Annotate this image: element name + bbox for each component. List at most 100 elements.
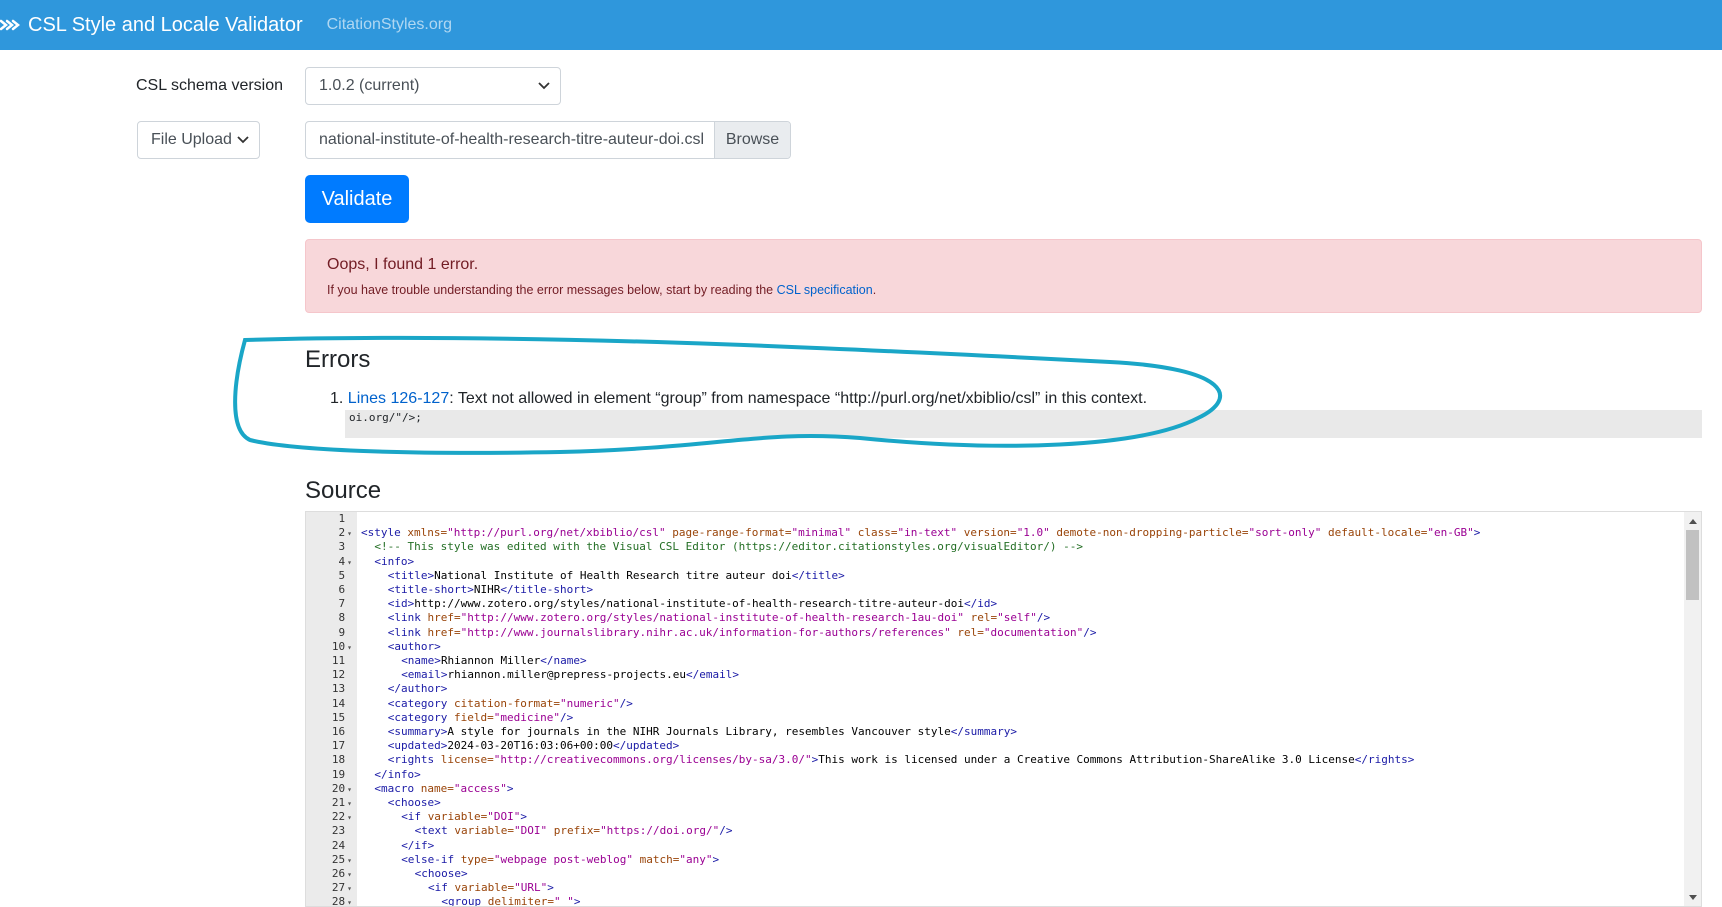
- code-token: default-locale=: [1321, 526, 1428, 540]
- source-code-editor[interactable]: 1 2 ▾ 3 4 ▾ 5 6 7 8 9 10 ▾ 11 12 13 14 15 16 1…: [305, 511, 1702, 907]
- line-number: 2 ▾: [306, 526, 352, 540]
- code-token: />: [560, 710, 574, 724]
- code-token: <!-- This style was edited with the Visu…: [374, 540, 1084, 554]
- line-number-text: 15: [331, 710, 346, 724]
- code-token: >: [573, 895, 581, 906]
- code-line: <else-if type="webpage post-weblog" matc…: [401, 853, 719, 867]
- editor-scrollbar[interactable]: [1684, 512, 1701, 906]
- code-token: 2024-03-20T16:03:06+00:00: [447, 739, 613, 753]
- code-token: </rights>: [1354, 753, 1415, 767]
- code-token: <macro: [374, 781, 421, 795]
- code-token: "http://purl.org/net/xbiblio/csl": [447, 526, 666, 540]
- code-token: />: [1083, 625, 1097, 639]
- alert-text: If you have trouble understanding the er…: [327, 283, 777, 297]
- fold-toggle-icon[interactable]: ▾: [347, 799, 352, 808]
- scroll-up-icon[interactable]: [1684, 512, 1701, 529]
- line-number-text: 26: [331, 867, 346, 880]
- code-line: <if variable="URL">: [428, 881, 554, 895]
- code-line: </author>: [388, 682, 448, 696]
- fold-toggle-icon[interactable]: ▾: [347, 785, 352, 794]
- code-token: citation-format=: [454, 696, 560, 710]
- line-number-text: 19: [331, 767, 346, 781]
- line-number: 22 ▾: [306, 810, 352, 824]
- code-token: variable=: [454, 824, 514, 838]
- fold-toggle-icon[interactable]: ▾: [347, 643, 352, 652]
- fold-toggle-icon[interactable]: ▾: [347, 558, 352, 567]
- code-line: <name>Rhiannon Miller</name>: [401, 654, 586, 668]
- code-token: >: [1473, 526, 1481, 540]
- code-token: </if>: [401, 838, 435, 852]
- fold-toggle-icon[interactable]: ▾: [347, 898, 352, 906]
- line-number: 8: [306, 611, 352, 625]
- line-number-text: 8: [338, 611, 346, 625]
- code-token: A style for journals in the NIHR Journal…: [447, 725, 951, 738]
- fold-toggle-icon[interactable]: ▾: [347, 813, 352, 822]
- line-number-text: 23: [331, 824, 346, 838]
- code-token: </id>: [963, 597, 998, 611]
- line-number-text: 21: [331, 796, 346, 809]
- line-number: 24: [306, 839, 352, 853]
- line-number: 20 ▾: [306, 782, 352, 796]
- top-navbar: CSL Style and Locale Validator CitationS…: [0, 0, 1722, 50]
- line-number: 12: [306, 668, 352, 682]
- code-line: <id>http://www.zotero.org/styles/nationa…: [388, 597, 997, 611]
- fold-toggle-icon[interactable]: ▾: [347, 529, 352, 538]
- code-token: Rhiannon Miller: [440, 654, 541, 667]
- fold-toggle-icon[interactable]: ▾: [347, 870, 352, 879]
- csl-logo-icon[interactable]: [0, 15, 20, 35]
- fold-toggle-icon[interactable]: ▾: [347, 856, 352, 865]
- citationstyles-link[interactable]: CitationStyles.org: [327, 16, 452, 34]
- scroll-thumb[interactable]: [1686, 530, 1699, 600]
- schema-version-select[interactable]: 1.0.2 (current): [305, 67, 561, 105]
- code-token: <info>: [374, 554, 415, 568]
- code-token: <link: [387, 611, 428, 625]
- browse-button[interactable]: Browse: [714, 122, 790, 158]
- code-token: />: [719, 824, 733, 838]
- error-item: 1. Lines 126-127: Text not allowed in el…: [330, 390, 1147, 408]
- line-number-text: 11: [331, 654, 346, 667]
- code-token: </author>: [387, 682, 448, 696]
- code-token: <name>: [401, 654, 441, 667]
- code-token: license=: [440, 753, 494, 767]
- source-heading: Source: [305, 477, 382, 504]
- code-line: <link href="http://www.zotero.org/styles…: [388, 611, 1050, 625]
- code-token: "webpage post-weblog": [493, 852, 633, 866]
- csl-specification-link[interactable]: CSL specification: [777, 283, 873, 297]
- line-number-text: 9: [338, 625, 346, 639]
- error-snippet: oi.org/"/>;: [345, 410, 1702, 438]
- code-token: "self": [997, 611, 1037, 625]
- code-token: "1.0": [1016, 526, 1050, 540]
- fold-toggle-icon[interactable]: ▾: [347, 884, 352, 893]
- code-token: delimiter=: [487, 895, 554, 906]
- line-number-text: 22: [331, 810, 346, 824]
- file-upload-input[interactable]: national-institute-of-health-research-ti…: [305, 121, 791, 159]
- line-number: 15: [306, 711, 352, 725]
- code-line: <category field="medicine"/>: [388, 711, 573, 725]
- alert-text-end: .: [872, 283, 877, 297]
- scroll-down-icon[interactable]: [1684, 889, 1701, 906]
- code-token: rel=: [950, 625, 984, 639]
- code-token: xmlns=: [407, 526, 448, 540]
- line-number-text: 7: [338, 597, 346, 611]
- app-title[interactable]: CSL Style and Locale Validator: [28, 14, 303, 37]
- code-area[interactable]: <style xmlns="http://purl.org/net/xbibli…: [357, 512, 1684, 906]
- line-number: 7: [306, 597, 352, 611]
- code-line: <updated>2024-03-20T16:03:06+00:00</upda…: [388, 739, 679, 753]
- code-token: demote-non-dropping-particle=: [1049, 526, 1249, 540]
- input-mode-select[interactable]: File Upload: [137, 121, 260, 159]
- line-number-text: 3: [338, 540, 346, 554]
- code-token: "medicine": [493, 710, 561, 724]
- code-line: <category citation-format="numeric"/>: [388, 697, 633, 711]
- validate-button[interactable]: Validate: [305, 175, 409, 223]
- error-lines-link[interactable]: Lines 126-127: [348, 390, 449, 407]
- code-token: "https://doi.org/": [600, 824, 720, 838]
- line-number: 3: [306, 540, 352, 554]
- code-token: />: [1036, 611, 1051, 625]
- file-name: national-institute-of-health-research-ti…: [319, 131, 705, 148]
